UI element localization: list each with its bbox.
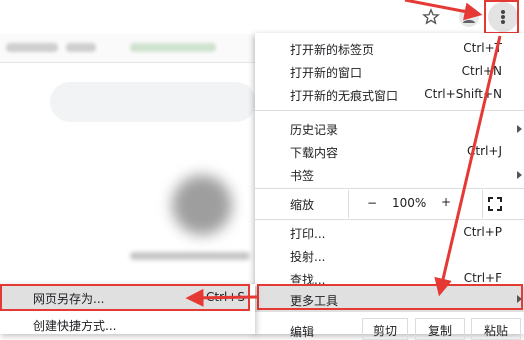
bookmark-blurred bbox=[6, 43, 58, 52]
profile-icon[interactable] bbox=[459, 7, 479, 27]
zoom-control: − 100% + bbox=[348, 190, 483, 218]
menu-item-shortcut: Ctrl+T bbox=[463, 41, 502, 55]
zoom-label: 缩放 bbox=[290, 198, 315, 212]
menu-item-bookmarks[interactable]: 书签 bbox=[255, 162, 524, 186]
annotation-box-more-tools bbox=[257, 284, 523, 310]
menu-divider bbox=[255, 110, 524, 111]
menu-item-label: 打印... bbox=[290, 227, 326, 241]
edit-label: 编辑 bbox=[290, 325, 315, 339]
menu-item-shortcut: Ctrl+F bbox=[463, 271, 502, 285]
browser-toolbar bbox=[0, 0, 524, 34]
menu-item-label: 书签 bbox=[290, 169, 315, 183]
menu-item-downloads[interactable]: 下载内容 Ctrl+J bbox=[255, 139, 524, 163]
annotation-box-menu bbox=[484, 0, 519, 34]
zoom-level: 100% bbox=[392, 196, 427, 210]
fullscreen-icon[interactable] bbox=[488, 197, 502, 211]
zoom-row: 缩放 − 100% + bbox=[255, 190, 524, 218]
avatar-blurred bbox=[172, 175, 232, 235]
cut-button[interactable]: 剪切 bbox=[362, 318, 408, 340]
chevron-right-icon bbox=[517, 125, 522, 133]
menu-item-shortcut: Ctrl+J bbox=[467, 144, 502, 158]
copy-button[interactable]: 复制 bbox=[415, 318, 465, 340]
menu-item-label: 创建快捷方式... bbox=[33, 319, 117, 333]
menu-item-label: 打开新的无痕式窗口 bbox=[290, 89, 399, 103]
menu-item-history[interactable]: 历史记录 bbox=[255, 116, 524, 140]
star-icon[interactable] bbox=[422, 8, 440, 26]
chevron-right-icon bbox=[517, 171, 522, 179]
menu-divider bbox=[255, 188, 524, 189]
menu-item-label: 投射... bbox=[290, 250, 326, 264]
menu-item-label: 下载内容 bbox=[290, 146, 339, 160]
paste-button[interactable]: 粘贴 bbox=[471, 318, 521, 340]
menu-item-label: 打开新的窗口 bbox=[290, 66, 363, 80]
menu-item-print[interactable]: 打印... Ctrl+P bbox=[255, 220, 524, 244]
zoom-out-button[interactable]: − bbox=[367, 196, 377, 210]
menu-item-shortcut: Ctrl+Shift+N bbox=[424, 87, 502, 101]
menu-item-incognito[interactable]: 打开新的无痕式窗口 Ctrl+Shift+N bbox=[255, 82, 524, 106]
menu-item-shortcut: Ctrl+P bbox=[463, 225, 502, 239]
annotation-box-save-as bbox=[0, 284, 250, 311]
zoom-in-button[interactable]: + bbox=[441, 195, 451, 209]
search-box-blurred bbox=[50, 82, 256, 122]
menu-item-label: 打开新的标签页 bbox=[290, 43, 375, 57]
menu-item-label: 历史记录 bbox=[290, 123, 339, 137]
menu-item-shortcut: Ctrl+N bbox=[461, 64, 502, 78]
menu-item-new-tab[interactable]: 打开新的标签页 Ctrl+T bbox=[255, 36, 524, 60]
bookmark-blurred bbox=[130, 43, 216, 52]
menu-item-cast[interactable]: 投射... bbox=[255, 243, 524, 267]
bookmark-blurred bbox=[66, 43, 96, 52]
menu-item-new-window[interactable]: 打开新的窗口 Ctrl+N bbox=[255, 59, 524, 83]
text-blurred bbox=[130, 252, 250, 260]
